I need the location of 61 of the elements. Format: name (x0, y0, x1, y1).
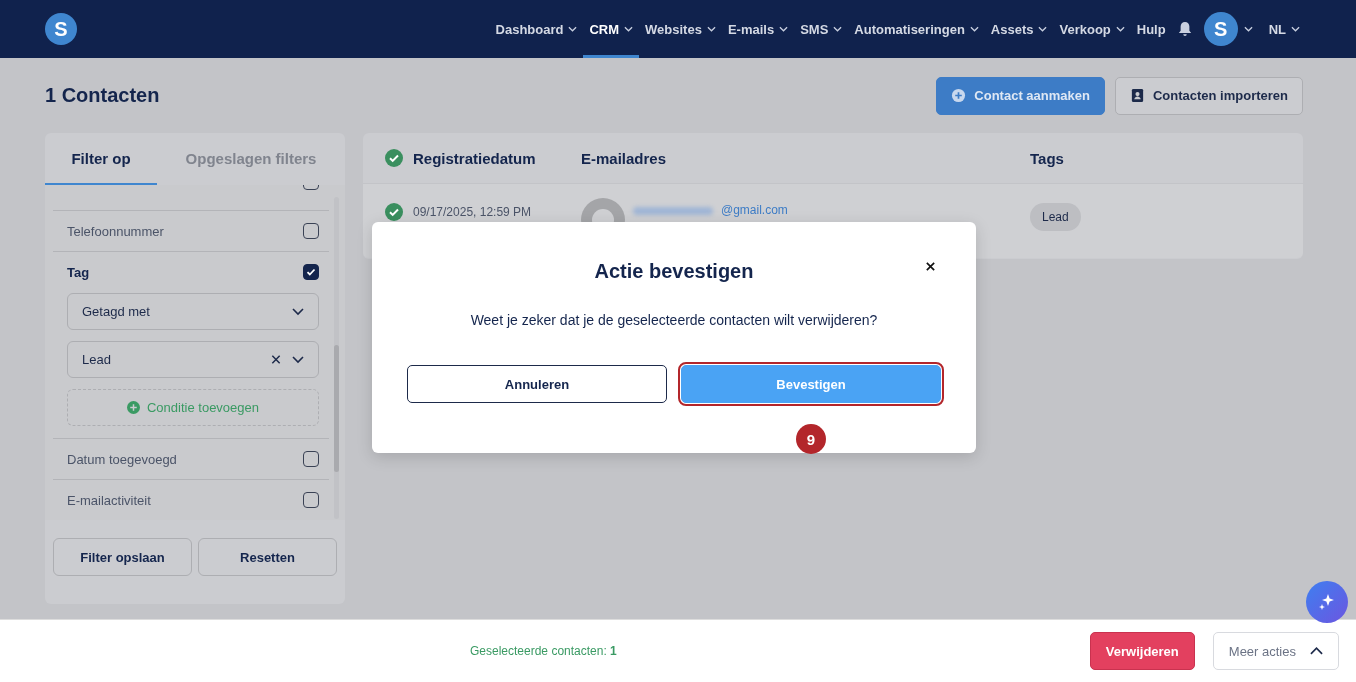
nav-menu-item[interactable]: Hulp (1130, 0, 1172, 58)
chevron-down-icon (292, 354, 304, 365)
tag-chip: Lead (1030, 203, 1081, 231)
caret-icon (969, 26, 979, 32)
filter-label: Telefoonnummer (67, 223, 164, 239)
chevron-down-icon (292, 306, 304, 317)
caret-icon[interactable] (1243, 26, 1253, 32)
caret-icon (833, 26, 843, 32)
ai-assistant-button[interactable] (1306, 581, 1348, 623)
page-title: 1 Contacten (45, 84, 160, 107)
scrollbar[interactable] (334, 197, 339, 519)
nav-menu-item[interactable]: Websites (639, 0, 722, 58)
caret-icon (1291, 26, 1300, 32)
footer-button[interactable]: Verwijderen (1089, 632, 1195, 670)
plus-icon (127, 401, 140, 414)
plus-icon (951, 88, 967, 103)
nav-menu-item[interactable]: Dashboard (489, 0, 584, 58)
caret-icon (1038, 26, 1048, 32)
column-header[interactable]: Tags (1030, 149, 1303, 167)
checkbox[interactable] (303, 223, 319, 239)
action-button[interactable]: Contacten importeren (1114, 76, 1303, 115)
filter-label: Tag (67, 264, 90, 280)
checkbox[interactable] (303, 451, 319, 467)
contact-card-icon (1129, 88, 1145, 103)
check-circle-icon[interactable] (385, 203, 403, 221)
language-menu[interactable]: NL (1262, 0, 1306, 58)
dialog-button[interactable]: Annuleren (407, 365, 667, 403)
caret-icon (624, 26, 634, 32)
user-avatar[interactable]: S (1203, 12, 1238, 46)
panel-button[interactable]: Resetten (198, 538, 337, 576)
date-cell: 09/17/2025, 12:59 PM (413, 205, 532, 219)
caret-icon (1115, 26, 1125, 32)
column-header[interactable]: E-mailadres (581, 149, 1030, 167)
dialog-message: Weet je zeker dat je de geselecteerde contacten wilt verwijderen? (470, 312, 878, 328)
column-header[interactable]: Registratiedatum (413, 149, 536, 167)
logo[interactable]: S (45, 13, 77, 45)
check-circle-icon[interactable] (385, 149, 403, 167)
nav-menu-item[interactable]: Automatiseringen (848, 0, 985, 58)
bell-icon[interactable] (1177, 21, 1192, 37)
nav-menu-item[interactable]: E-mails (721, 0, 795, 58)
select-field[interactable]: Getagd met (67, 293, 319, 330)
filter-label: E-mailactiviteit (67, 492, 151, 508)
footer-button[interactable]: Meer acties (1212, 632, 1339, 670)
nav-menu-item[interactable]: Verkoop (1053, 0, 1131, 58)
caret-icon (706, 26, 716, 32)
dialog-title: Actie bevestigen (594, 260, 754, 283)
filter-label: Datum toegevoegd (67, 451, 177, 467)
selection-count: Geselecteerde contacten: 1 (470, 644, 617, 658)
nav-menu-item[interactable]: SMS (794, 0, 849, 58)
checkbox[interactable] (303, 492, 319, 508)
caret-icon (779, 26, 789, 32)
select-field[interactable]: Lead (67, 341, 319, 378)
panel-button[interactable]: Filter opslaan (53, 538, 192, 576)
chevron-up-icon (1310, 647, 1323, 655)
step-badge: 9 (796, 424, 826, 454)
nav-menu-item[interactable]: Assets (984, 0, 1054, 58)
close-icon[interactable] (925, 261, 936, 272)
caret-icon (568, 26, 578, 32)
checkbox[interactable] (303, 264, 319, 280)
checkmark-icon (305, 266, 317, 278)
clear-icon[interactable] (270, 354, 282, 365)
